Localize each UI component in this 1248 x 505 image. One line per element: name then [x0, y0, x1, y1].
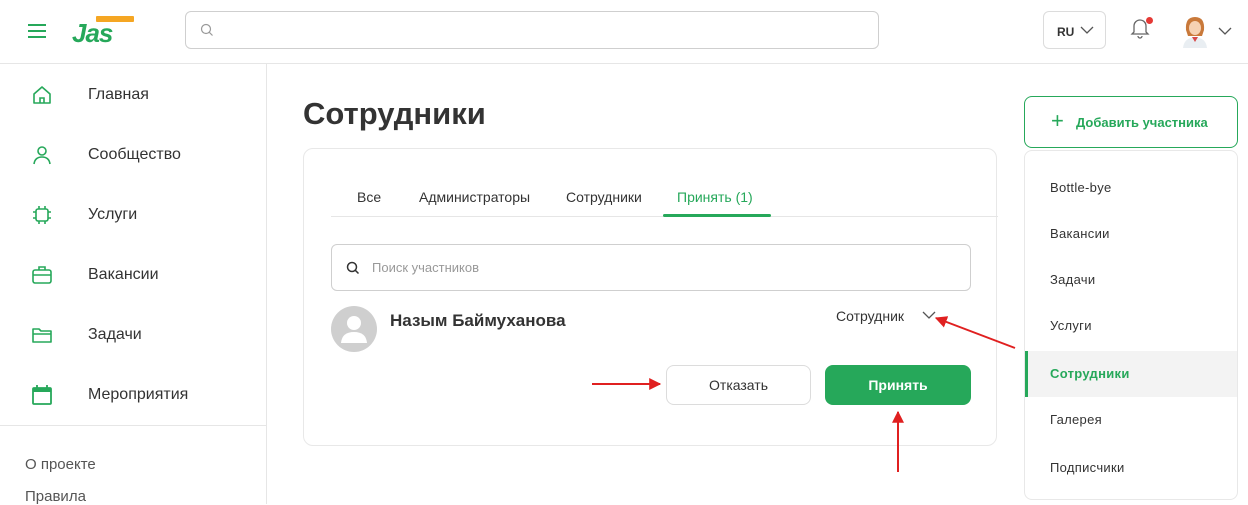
- tabs: Все Администраторы Сотрудники Принять (1…: [331, 187, 998, 217]
- briefcase-icon: [32, 266, 52, 284]
- user-avatar[interactable]: [1180, 14, 1210, 48]
- active-tab-indicator: [663, 214, 771, 217]
- active-indicator: [1025, 351, 1028, 397]
- top-bar: Jas RU: [0, 0, 1248, 64]
- user-placeholder-icon: [341, 316, 367, 343]
- search-icon: [346, 261, 360, 275]
- sidebar-item-label: Услуги: [88, 206, 138, 223]
- member-avatar: [331, 306, 377, 352]
- plus-icon: +: [1051, 108, 1064, 133]
- chevron-down-icon[interactable]: [1218, 26, 1232, 36]
- right-menu-label: Подписчики: [1050, 460, 1125, 475]
- sidebar-item-community[interactable]: Сообщество: [0, 124, 266, 184]
- calendar-icon: [32, 385, 52, 405]
- sidebar-item-services[interactable]: Услуги: [0, 184, 266, 244]
- right-menu-label: Bottle-bye: [1050, 180, 1112, 195]
- user-icon: [33, 146, 51, 165]
- sidebar-item-tasks[interactable]: Задачи: [0, 304, 266, 364]
- add-member-button[interactable]: + Добавить участника: [1024, 96, 1238, 148]
- right-menu-item-gallery[interactable]: Галерея: [1025, 397, 1237, 443]
- tab-accept[interactable]: Принять (1): [677, 189, 753, 205]
- right-menu: Bottle-bye Вакансии Задачи Услуги Сотруд…: [1024, 150, 1238, 500]
- home-icon: [33, 86, 51, 104]
- tab-all[interactable]: Все: [357, 189, 381, 205]
- right-menu-label: Галерея: [1050, 412, 1102, 427]
- sidebar: Главная Сообщество Услуги Вакансии Задач…: [0, 64, 267, 505]
- right-menu-item-bottle-bye[interactable]: Bottle-bye: [1025, 165, 1237, 211]
- sidebar-item-label: Сообщество: [88, 146, 181, 163]
- right-menu-label: Вакансии: [1050, 226, 1110, 241]
- right-menu-label: Услуги: [1050, 318, 1092, 333]
- sidebar-item-home[interactable]: Главная: [0, 64, 266, 124]
- folder-icon: [32, 328, 52, 343]
- right-menu-item-services[interactable]: Услуги: [1025, 303, 1237, 349]
- add-member-label: Добавить участника: [1076, 115, 1208, 130]
- search-icon: [200, 23, 213, 36]
- global-search[interactable]: [185, 11, 879, 49]
- right-menu-label: Сотрудники: [1050, 366, 1130, 381]
- logo[interactable]: Jas: [70, 10, 140, 50]
- sidebar-divider: [0, 425, 266, 426]
- role-value: Сотрудник: [836, 308, 905, 324]
- page-title: Сотрудники: [303, 96, 486, 131]
- about-link[interactable]: О проекте: [25, 456, 96, 473]
- member-search[interactable]: [331, 244, 971, 291]
- notification-dot: [1146, 17, 1153, 24]
- reject-button[interactable]: Отказать: [666, 365, 811, 405]
- global-search-input[interactable]: [220, 12, 860, 48]
- sidebar-item-label: Главная: [88, 86, 149, 103]
- right-menu-item-employees[interactable]: Сотрудники: [1025, 351, 1237, 397]
- services-icon: [33, 206, 51, 224]
- chevron-down-icon: [922, 311, 936, 319]
- tab-admins[interactable]: Администраторы: [419, 189, 530, 205]
- sidebar-item-label: Задачи: [88, 326, 142, 343]
- tab-employees[interactable]: Сотрудники: [566, 189, 642, 205]
- right-menu-item-vacancies[interactable]: Вакансии: [1025, 211, 1237, 257]
- sidebar-item-label: Мероприятия: [88, 386, 189, 403]
- member-search-input[interactable]: [372, 245, 962, 290]
- language-select[interactable]: RU: [1043, 11, 1106, 49]
- logo-text: Jas: [72, 18, 113, 48]
- rules-link[interactable]: Правила: [25, 488, 86, 505]
- accept-button[interactable]: Принять: [825, 365, 971, 405]
- sidebar-item-label: Вакансии: [88, 266, 159, 283]
- right-menu-item-subscribers[interactable]: Подписчики: [1025, 445, 1237, 491]
- menu-icon[interactable]: [28, 23, 46, 39]
- right-menu-item-tasks[interactable]: Задачи: [1025, 257, 1237, 303]
- sidebar-item-vacancies[interactable]: Вакансии: [0, 244, 266, 304]
- role-select[interactable]: Сотрудник: [836, 305, 946, 327]
- members-card: Все Администраторы Сотрудники Принять (1…: [303, 148, 998, 446]
- right-menu-label: Задачи: [1050, 272, 1096, 287]
- chevron-down-icon: [1080, 26, 1094, 34]
- member-name: Назым Баймуханова: [390, 311, 566, 330]
- language-code: RU: [1057, 25, 1075, 39]
- sidebar-item-events[interactable]: Мероприятия: [0, 364, 266, 424]
